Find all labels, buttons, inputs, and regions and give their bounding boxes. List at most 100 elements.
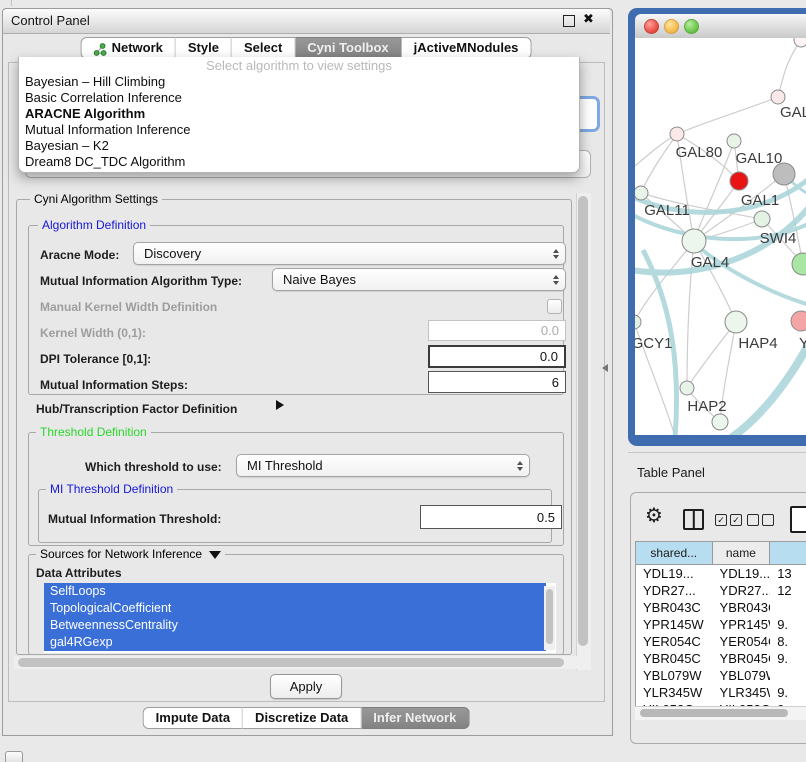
- mi-steps-field[interactable]: 6: [428, 371, 566, 393]
- network-node-gal80[interactable]: [670, 127, 684, 141]
- network-node-top-partial[interactable]: [794, 38, 806, 47]
- select-all-checkboxes-icon[interactable]: ✓ ✓: [715, 514, 742, 526]
- table-row[interactable]: YPR145WYPR145W9.: [636, 616, 806, 633]
- tab-label: Discretize Data: [255, 708, 348, 728]
- zoom-light[interactable]: [684, 19, 699, 34]
- cyni-algorithm-settings-legend: Cyni Algorithm Settings: [30, 192, 162, 206]
- table-cell[interactable]: YLR345W: [713, 684, 771, 701]
- mi-threshold-field[interactable]: 0.5: [420, 505, 562, 529]
- tab-infer-network[interactable]: Infer Network: [361, 707, 469, 729]
- tab-select[interactable]: Select: [232, 37, 295, 59]
- table-cell[interactable]: YPR145W: [713, 616, 771, 633]
- gear-icon[interactable]: ⚙: [645, 505, 663, 527]
- network-node-bottom-partial[interactable]: [712, 414, 728, 430]
- table-cell[interactable]: YBR045C: [636, 650, 713, 667]
- table-cell[interactable]: 8.: [770, 633, 806, 650]
- table-row[interactable]: YDL19...YDL19...13: [636, 565, 806, 582]
- float-icon[interactable]: [563, 15, 575, 27]
- collapse-down-icon[interactable]: [209, 551, 221, 559]
- table-row[interactable]: YER054CYER054C8.: [636, 633, 806, 650]
- network-node-gal11[interactable]: [635, 186, 648, 200]
- tab-network[interactable]: Network: [81, 37, 176, 59]
- table-cell[interactable]: YDL19...: [713, 565, 771, 582]
- algorithm-option-mutual-information-inference[interactable]: Mutual Information Inference: [19, 122, 579, 138]
- settings-hscrollbar-thumb[interactable]: [18, 658, 564, 667]
- tab-cyni-toolbox[interactable]: Cyni Toolbox: [295, 37, 401, 59]
- clear-checkboxes-icon[interactable]: [747, 514, 774, 526]
- column-layout-icon[interactable]: [683, 509, 704, 530]
- which-threshold-combo[interactable]: MI Threshold: [236, 454, 530, 477]
- table-cell[interactable]: YPR145W: [636, 616, 713, 633]
- network-node-right-green[interactable]: [792, 253, 806, 275]
- table-cell[interactable]: YDL19...: [636, 565, 713, 582]
- attribute-item-selfloops[interactable]: SelfLoops: [44, 583, 546, 600]
- table-cell[interactable]: YDR27...: [713, 582, 771, 599]
- apply-button[interactable]: Apply: [270, 674, 342, 699]
- algorithm-option-aracne-algorithm[interactable]: ARACNE Algorithm: [19, 106, 579, 122]
- table-cell[interactable]: YLR345W: [636, 684, 713, 701]
- attribute-item-betweennesscentrality[interactable]: BetweennessCentrality: [44, 617, 546, 634]
- network-graph[interactable]: GALGAL80GAL10GAL1GAL11SWI4GAL4GCY1HAP4YH…: [635, 38, 806, 435]
- close-icon[interactable]: ✖: [583, 11, 594, 27]
- table-hscrollbar[interactable]: [635, 706, 806, 720]
- table-cell[interactable]: YDR27...: [636, 582, 713, 599]
- table-cell[interactable]: YBR045C: [713, 650, 771, 667]
- table-hscrollbar-thumb[interactable]: [640, 709, 788, 717]
- table-cell[interactable]: [770, 599, 806, 616]
- column-header-shared[interactable]: shared...: [636, 542, 713, 564]
- network-node-gal10[interactable]: [727, 134, 741, 148]
- attribute-item-gal4rgexp[interactable]: gal4RGexp: [44, 634, 546, 651]
- aracne-mode-combo[interactable]: Discovery: [133, 242, 566, 265]
- table-row[interactable]: YLR345WYLR345W9.: [636, 684, 806, 701]
- table-cell[interactable]: 12: [770, 582, 806, 599]
- algorithm-option-dream8-dc-tdc-algorithm[interactable]: Dream8 DC_TDC Algorithm: [19, 154, 579, 170]
- network-node-gal-top-right[interactable]: [771, 90, 785, 104]
- table-row[interactable]: YBL079WYBL079W: [636, 667, 806, 684]
- table-row[interactable]: YBR045CYBR045C9.: [636, 650, 806, 667]
- column-header-name[interactable]: name: [713, 542, 771, 564]
- mi-algorithm-type-combo[interactable]: Naive Bayes: [272, 268, 566, 291]
- table-cell[interactable]: 9.: [770, 684, 806, 701]
- minimized-panel-button[interactable]: [5, 751, 23, 762]
- table-cell[interactable]: YBL079W: [636, 667, 713, 684]
- tab-jactivemnodules[interactable]: jActiveMNodules: [402, 37, 532, 59]
- table-cell[interactable]: 9.: [770, 650, 806, 667]
- table-cell[interactable]: YBL079W: [713, 667, 771, 684]
- network-window-titlebar[interactable]: [635, 14, 806, 39]
- attribute-item-topologicalcoefficient[interactable]: TopologicalCoefficient: [44, 600, 546, 617]
- algorithm-option-bayesian-k2[interactable]: Bayesian – K2: [19, 138, 579, 154]
- network-node-gal4[interactable]: [682, 229, 706, 253]
- table-cell[interactable]: YER054C: [713, 633, 771, 650]
- tab-style[interactable]: Style: [176, 37, 232, 59]
- network-node-pink-right[interactable]: [791, 311, 806, 331]
- minimize-light[interactable]: [664, 19, 679, 34]
- table-cell[interactable]: 13: [770, 565, 806, 582]
- network-node-hap4[interactable]: [725, 311, 747, 333]
- table-cell[interactable]: 9.: [770, 616, 806, 633]
- table-cell[interactable]: YER054C: [636, 633, 713, 650]
- attributes-list-scrollbar-thumb[interactable]: [546, 589, 553, 644]
- tab-discretize-data[interactable]: Discretize Data: [243, 707, 361, 729]
- network-node-hap2[interactable]: [680, 381, 694, 395]
- table-row[interactable]: YDR27...YDR27...12: [636, 582, 806, 599]
- network-canvas[interactable]: GALGAL80GAL10GAL1GAL11SWI4GAL4GCY1HAP4YH…: [635, 38, 806, 435]
- manual-kernel-checkbox[interactable]: [547, 299, 562, 314]
- column-header-extra[interactable]: [770, 542, 806, 564]
- dpi-tolerance-field[interactable]: 0.0: [428, 345, 566, 368]
- settings-vscrollbar-thumb[interactable]: [578, 196, 588, 646]
- close-light[interactable]: [644, 19, 659, 34]
- network-node-swi4[interactable]: [754, 211, 770, 227]
- network-node-gcy1[interactable]: [635, 315, 641, 329]
- table-cell[interactable]: YBR043C: [636, 599, 713, 616]
- kernel-width-field[interactable]: 0.0: [428, 320, 566, 341]
- expand-right-icon[interactable]: [276, 400, 284, 410]
- splitter-arrow-icon[interactable]: [602, 364, 608, 372]
- algorithm-option-bayesian-hill-climbing[interactable]: Bayesian – Hill Climbing: [19, 74, 579, 90]
- network-node-gal1[interactable]: [730, 172, 748, 190]
- tab-impute-data[interactable]: Impute Data: [143, 707, 243, 729]
- table-row[interactable]: YBR043CYBR043C: [636, 599, 806, 616]
- table-cell[interactable]: [770, 667, 806, 684]
- algorithm-option-basic-correlation-inference[interactable]: Basic Correlation Inference: [19, 90, 579, 106]
- new-column-icon[interactable]: [790, 506, 806, 533]
- table-cell[interactable]: YBR043C: [713, 599, 771, 616]
